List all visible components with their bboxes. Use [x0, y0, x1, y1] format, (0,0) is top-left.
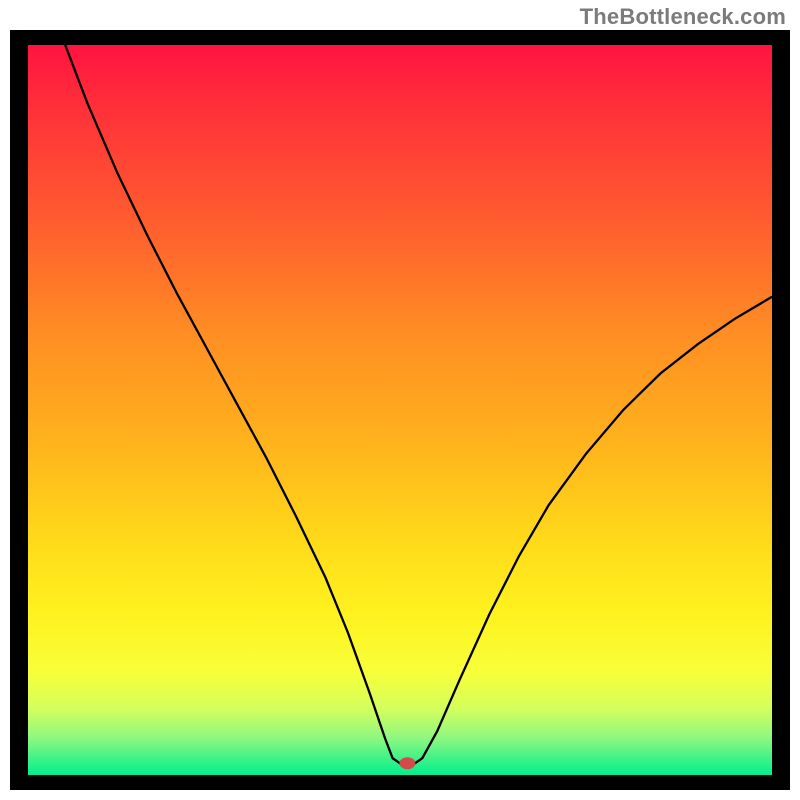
minimum-marker: [399, 757, 415, 769]
watermark-text: TheBottleneck.com: [580, 4, 786, 30]
plot-area: [28, 45, 772, 775]
bottleneck-curve: [65, 45, 772, 763]
chart-frame: [10, 30, 790, 790]
plot-svg: [28, 45, 772, 775]
